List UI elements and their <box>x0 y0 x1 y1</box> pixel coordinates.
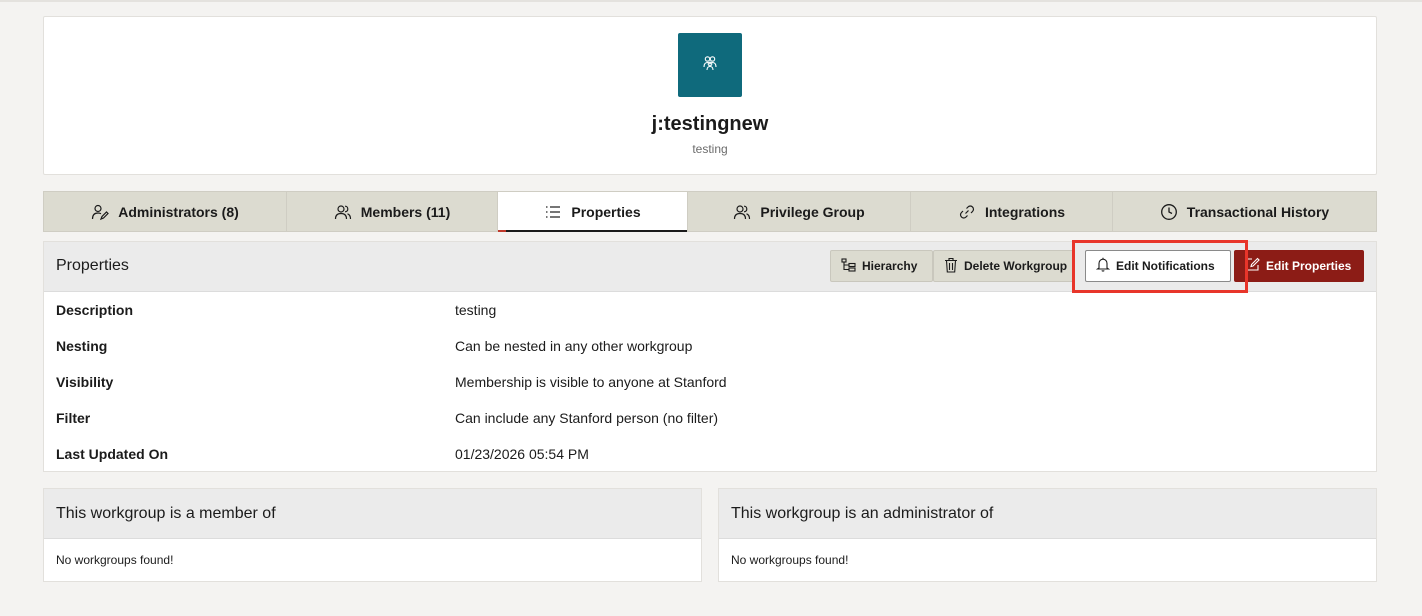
tab-privilege-group[interactable]: Privilege Group <box>688 192 911 231</box>
member-of-title: This workgroup is a member of <box>44 489 701 539</box>
tab-integrations[interactable]: Integrations <box>911 192 1113 231</box>
link-icon <box>958 203 976 221</box>
tab-administrators[interactable]: Administrators (8) <box>44 192 287 231</box>
delete-workgroup-button[interactable]: Delete Workgroup <box>933 250 1075 282</box>
property-value: Can include any Stanford person (no filt… <box>455 410 719 426</box>
admin-of-panel: This workgroup is an administrator of No… <box>718 488 1377 582</box>
member-of-panel: This workgroup is a member of No workgro… <box>43 488 702 582</box>
delete-workgroup-label: Delete Workgroup <box>964 259 1068 273</box>
trash-icon <box>944 257 958 276</box>
hierarchy-icon <box>841 257 856 275</box>
user-edit-icon <box>91 203 110 221</box>
property-value: Can be nested in any other workgroup <box>455 338 693 354</box>
property-key: Last Updated On <box>56 446 169 462</box>
tab-members[interactable]: Members (11) <box>287 192 498 231</box>
properties-header: Properties Hierarchy Delete Workgroup Ed… <box>44 240 1376 293</box>
property-row-visibility: Visibility Membership is visible to anyo… <box>44 364 1376 400</box>
property-value: 01/23/2026 05:54 PM <box>455 446 589 462</box>
users-icon <box>334 203 352 221</box>
edit-properties-button[interactable]: Edit Properties <box>1234 250 1364 282</box>
hierarchy-button[interactable]: Hierarchy <box>830 250 933 282</box>
property-value: Membership is visible to anyone at Stanf… <box>455 374 727 390</box>
properties-panel: Properties Hierarchy Delete Workgroup Ed… <box>43 240 1377 472</box>
tab-properties[interactable]: Properties <box>498 192 688 232</box>
tab-members-label: Members (11) <box>360 203 451 220</box>
workgroup-avatar <box>678 33 742 97</box>
tab-properties-label: Properties <box>571 203 641 220</box>
properties-title: Properties <box>56 257 129 274</box>
hierarchy-label: Hierarchy <box>862 259 918 273</box>
property-key: Description <box>56 302 134 318</box>
admin-of-title: This workgroup is an administrator of <box>719 489 1376 539</box>
clock-icon <box>1160 203 1178 221</box>
people-icon <box>701 55 719 76</box>
property-row-description: Description testing <box>44 292 1376 328</box>
top-divider <box>0 0 1422 2</box>
property-key: Visibility <box>56 374 114 390</box>
edit-icon <box>1245 257 1260 275</box>
edit-properties-label: Edit Properties <box>1266 259 1352 273</box>
edit-notifications-button[interactable]: Edit Notifications <box>1085 250 1231 282</box>
workgroup-subtitle: testing <box>692 142 728 156</box>
tab-administrators-label: Administrators (8) <box>118 203 239 220</box>
property-row-last-updated: Last Updated On 01/23/2026 05:54 PM <box>44 436 1376 472</box>
property-key: Nesting <box>56 338 108 354</box>
tab-integrations-label: Integrations <box>984 203 1066 220</box>
workgroup-header-card: j:testingnew testing <box>43 16 1377 175</box>
list-icon <box>544 203 562 221</box>
bell-icon <box>1095 257 1111 275</box>
edit-notifications-label: Edit Notifications <box>1116 259 1215 273</box>
users-icon <box>733 203 751 221</box>
tab-bar: Administrators (8) Members (11) Properti… <box>43 191 1377 232</box>
workgroup-title: j:testingnew <box>651 113 769 135</box>
property-row-nesting: Nesting Can be nested in any other workg… <box>44 328 1376 364</box>
tab-privilege-group-label: Privilege Group <box>760 203 865 220</box>
member-of-empty: No workgroups found! <box>56 553 174 567</box>
tab-transactional-history-label: Transactional History <box>1186 203 1330 220</box>
admin-of-empty: No workgroups found! <box>731 553 849 567</box>
tab-transactional-history[interactable]: Transactional History <box>1113 192 1376 231</box>
property-key: Filter <box>56 410 91 426</box>
property-value: testing <box>455 302 497 318</box>
property-row-filter: Filter Can include any Stanford person (… <box>44 400 1376 436</box>
